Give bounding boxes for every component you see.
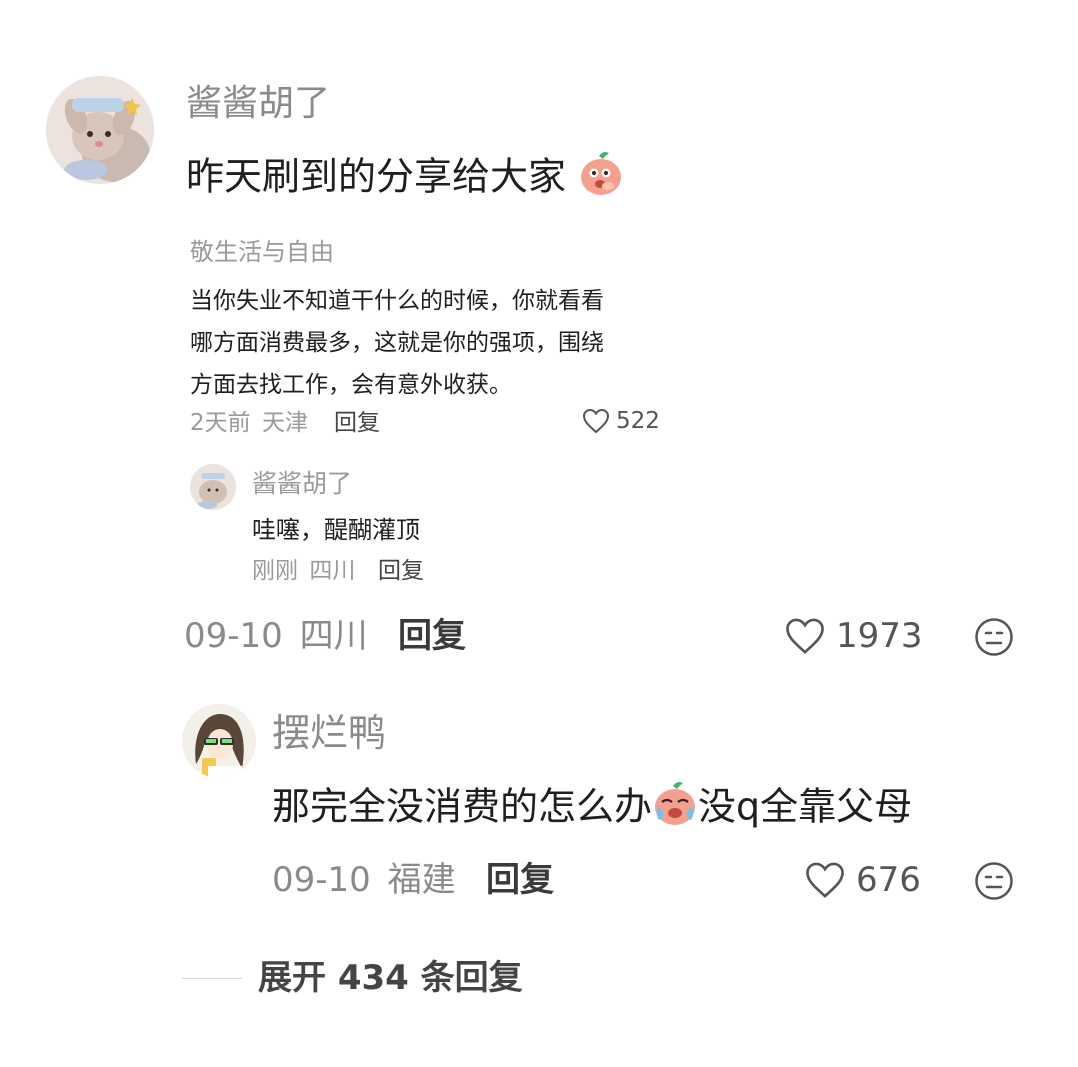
quoted-time: 2天前 [190,410,251,436]
heart-icon [786,618,824,654]
anime-character-avatar-icon [182,704,256,778]
plush-bunny-avatar-icon [46,76,154,184]
comment-meta: 09-10 四川 [184,614,368,658]
expand-replies-button[interactable]: 展开 434 条回复 [258,956,523,1000]
comment-text-content: 昨天刷到的分享给大家 [186,154,567,199]
reply-button[interactable]: 回复 [486,858,554,902]
like-count: 1973 [836,616,923,656]
peach-crying-emoji-icon [652,780,698,838]
comment-text: 那完全没消费的怎么办 没q全靠父母 [272,780,912,838]
quoted-reply-button[interactable]: 回复 [334,408,380,438]
quoted-line: 哪方面消费最多，这就是你的强项，围绕 [190,330,604,356]
inline-reply-text: 哇噻，醍醐灌顶 [252,516,420,544]
comment-date: 09-10 [184,616,283,656]
expand-divider [182,978,242,979]
heart-icon [582,408,610,434]
inline-reply-username[interactable]: 酱酱胡了 [252,468,352,500]
comment-username[interactable]: 酱酱胡了 [186,82,330,126]
like-count: 676 [856,860,921,900]
reply-button[interactable]: 回复 [398,614,466,658]
inline-reply-location: 四川 [309,558,356,584]
like-button[interactable]: 676 [804,858,921,902]
quoted-meta: 2天前 天津 [190,408,308,438]
quoted-line: 当你失业不知道干什么的时候，你就看看 [190,288,604,314]
quoted-like-button[interactable]: 522 [582,406,660,436]
comment-meta: 09-10 福建 [272,858,456,902]
inline-reply-button[interactable]: 回复 [378,556,424,586]
avatar-user-2[interactable] [182,704,256,778]
comment-text: 昨天刷到的分享给大家 [186,150,624,208]
comment-location: 福建 [387,860,456,900]
comment-text-after: 没q全靠父母 [698,784,913,829]
comment-text-before: 那完全没消费的怎么办 [272,784,653,829]
neutral-face-icon [975,618,1013,656]
avatar-inline-reply[interactable] [190,464,236,510]
comment-date: 09-10 [272,860,371,900]
quoted-location: 天津 [261,410,308,436]
dislike-button[interactable] [974,617,1014,657]
comment-username[interactable]: 摆烂鸭 [272,710,386,756]
dislike-button[interactable] [974,861,1014,901]
peach-blush-emoji-icon [578,150,624,208]
quoted-line: 方面去找工作，会有意外收获。 [190,372,512,398]
heart-icon [806,862,844,898]
neutral-face-icon [975,862,1013,900]
like-button[interactable]: 1973 [784,614,923,658]
quoted-username[interactable]: 敬生活与自由 [190,236,334,268]
inline-reply-time: 刚刚 [252,558,298,584]
comment-location: 四川 [299,616,368,656]
inline-reply-meta: 刚刚 四川 [252,556,355,586]
quoted-comment-body: 当你失业不知道干什么的时候，你就看看 哪方面消费最多，这就是你的强项，围绕 方面… [190,280,664,402]
plush-bunny-avatar-icon [190,464,236,510]
avatar-user-1[interactable] [46,76,154,184]
quoted-like-count: 522 [616,408,660,434]
